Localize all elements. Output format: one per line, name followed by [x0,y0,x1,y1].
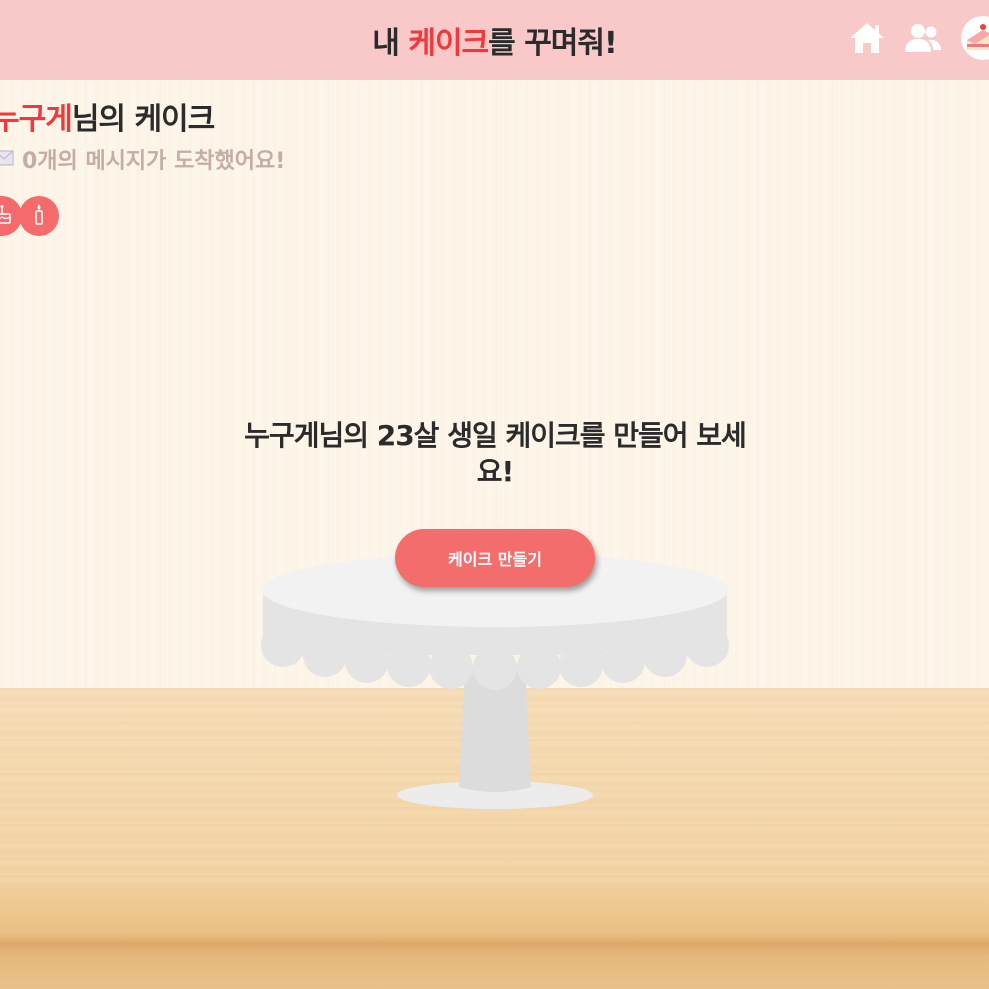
envelope-icon [0,147,14,172]
app-title-prefix: 내 [372,26,409,61]
home-icon[interactable] [847,18,887,58]
owner-name: 누구게 [0,102,73,137]
make-cake-prompt: 누구게님의 23살 생일 케이크를 만들어 보세요! [244,419,747,488]
app-title-accent: 케이크 [408,26,489,61]
owner-cake-title: 누구게님의 케이크 [0,94,215,138]
make-cake-button[interactable]: 케이크 만들기 [395,529,595,587]
app-title-suffix: 를 꾸며줘! [488,26,618,61]
message-count: 0개의 메시지가 도착했어요! [0,144,285,174]
candle-icon [28,202,50,230]
candle-button[interactable] [19,196,59,236]
message-count-text: 0개의 메시지가 도착했어요! [22,149,286,174]
top-header: 내 케이크 를 꾸며줘! [0,0,989,80]
app-title: 내 케이크 를 꾸며줘! [0,0,989,80]
owner-title-suffix: 님의 케이크 [71,102,215,137]
table-edge [0,888,989,989]
users-icon[interactable] [903,18,943,58]
cake-icon [0,203,13,229]
